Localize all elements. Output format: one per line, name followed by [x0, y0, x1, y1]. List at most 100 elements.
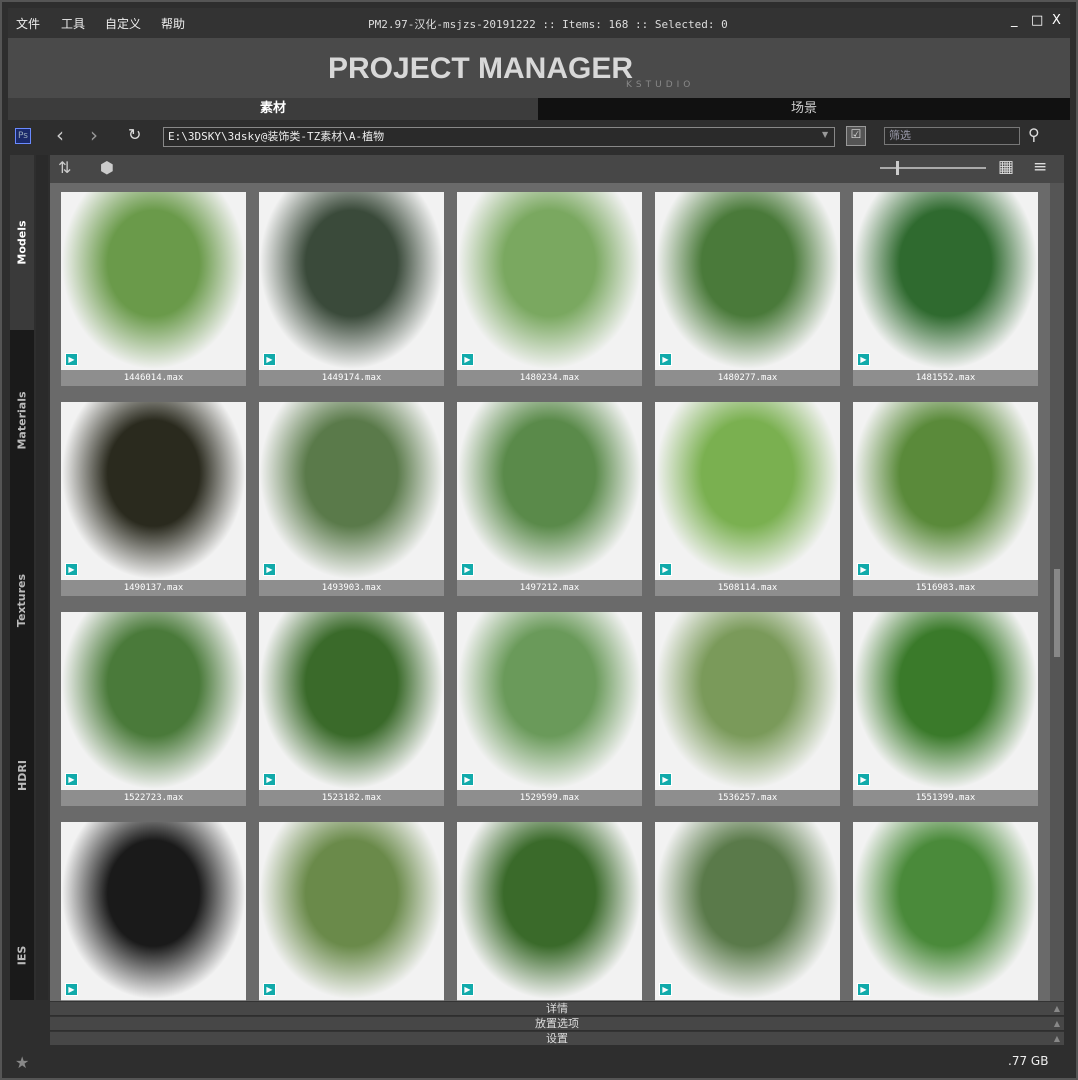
asset-thumbnail: ▶ — [457, 822, 642, 1000]
sidebar-tab-models[interactable]: Models — [10, 155, 34, 330]
asset-thumbnail: ▶ — [655, 822, 840, 1000]
collapse-handle[interactable] — [36, 155, 48, 1000]
max-file-icon: ▶ — [659, 353, 672, 366]
max-file-icon: ▶ — [857, 983, 870, 996]
asset-card[interactable]: ▶ 1490137.max — [61, 402, 246, 596]
close-button[interactable]: X — [1052, 13, 1061, 28]
scrollbar[interactable] — [1050, 183, 1064, 1001]
max-file-icon: ▶ — [461, 983, 474, 996]
asset-card[interactable]: ▶ — [655, 822, 840, 1001]
back-icon[interactable]: ‹ — [56, 123, 64, 147]
minimize-button[interactable]: _ — [1011, 13, 1018, 28]
refresh-icon[interactable]: ↻ — [128, 125, 141, 144]
asset-card[interactable]: ▶ 1551399.max — [853, 612, 1038, 806]
panel-placement-label: 放置选项 — [535, 1017, 579, 1030]
asset-card[interactable]: ▶ 1480234.max — [457, 192, 642, 386]
asset-thumbnail: ▶ — [457, 192, 642, 370]
asset-card[interactable]: ▶ 1508114.max — [655, 402, 840, 596]
path-input[interactable]: E:\3DSKY\3dsky@装饰类-TZ素材\A-植物 — [163, 127, 835, 147]
zoom-slider[interactable] — [880, 161, 986, 175]
asset-thumbnail: ▶ — [61, 192, 246, 370]
asset-card[interactable]: ▶ 1529599.max — [457, 612, 642, 806]
panel-settings-label: 设置 — [546, 1032, 568, 1045]
menu-help[interactable]: 帮助 — [161, 15, 185, 32]
tab-assets[interactable]: 素材 — [8, 98, 538, 120]
asset-name: 1523182.max — [259, 790, 444, 806]
asset-name: 1508114.max — [655, 580, 840, 596]
asset-name: 1536257.max — [655, 790, 840, 806]
max-file-icon: ▶ — [857, 353, 870, 366]
asset-name: 1529599.max — [457, 790, 642, 806]
chevron-down-icon[interactable]: ▼ — [822, 130, 828, 139]
zoom-slider-handle[interactable] — [895, 161, 899, 175]
view-toolbar: ⇅ ⬢ ▦ ≡ — [50, 155, 1064, 183]
logo: PROJECT MANAGER — [328, 52, 634, 85]
max-file-icon: ▶ — [65, 563, 78, 576]
asset-card[interactable]: ▶ 1497212.max — [457, 402, 642, 596]
asset-thumbnail: ▶ — [61, 612, 246, 790]
asset-card[interactable]: ▶ 1449174.max — [259, 192, 444, 386]
asset-thumbnail: ▶ — [853, 402, 1038, 580]
asset-card[interactable]: ▶ 1480277.max — [655, 192, 840, 386]
max-file-icon: ▶ — [263, 773, 276, 786]
max-file-icon: ▶ — [461, 353, 474, 366]
maximize-button[interactable]: □ — [1031, 13, 1043, 28]
asset-name: 1522723.max — [61, 790, 246, 806]
logo-sub: KSTUDIO — [626, 80, 695, 90]
max-file-icon: ▶ — [461, 773, 474, 786]
forward-icon[interactable]: › — [90, 123, 98, 147]
asset-card[interactable]: ▶ 1446014.max — [61, 192, 246, 386]
max-file-icon: ▶ — [659, 983, 672, 996]
max-file-icon: ▶ — [857, 563, 870, 576]
menu-customize[interactable]: 自定义 — [105, 15, 141, 32]
panel-placement-options[interactable]: 放置选项 ▲ — [50, 1016, 1064, 1030]
max-file-icon: ▶ — [65, 773, 78, 786]
asset-card[interactable]: ▶ 1522723.max — [61, 612, 246, 806]
asset-name: 1449174.max — [259, 370, 444, 386]
asset-name: 1446014.max — [61, 370, 246, 386]
asset-card[interactable]: ▶ 1493903.max — [259, 402, 444, 596]
asset-card[interactable]: ▶ — [259, 822, 444, 1001]
star-icon[interactable]: ★ — [15, 1053, 29, 1072]
checklist-icon[interactable]: ☑ — [846, 126, 866, 146]
asset-thumbnail: ▶ — [457, 612, 642, 790]
menu-tools[interactable]: 工具 — [61, 15, 85, 32]
asset-thumbnail: ▶ — [259, 402, 444, 580]
filter-input[interactable]: 筛选 — [884, 127, 1020, 145]
sidebar-tab-hdri[interactable]: HDRI — [10, 715, 34, 835]
asset-thumbnail: ▶ — [259, 822, 444, 1000]
asset-card[interactable]: ▶ — [61, 822, 246, 1001]
model-icon[interactable]: ⬢ — [100, 158, 114, 177]
sidebar-tab-ies[interactable]: IES — [10, 895, 34, 1015]
sync-icon[interactable]: ⇅ — [58, 158, 71, 177]
panel-details[interactable]: 详情 ▲ — [50, 1001, 1064, 1015]
asset-thumbnail: ▶ — [853, 612, 1038, 790]
asset-name: 1516983.max — [853, 580, 1038, 596]
asset-card[interactable]: ▶ 1536257.max — [655, 612, 840, 806]
max-file-icon: ▶ — [659, 773, 672, 786]
asset-name: 1480234.max — [457, 370, 642, 386]
asset-card[interactable]: ▶ 1523182.max — [259, 612, 444, 806]
sidebar-tab-textures[interactable]: Textures — [10, 525, 34, 675]
panel-settings[interactable]: 设置 ▲ — [50, 1031, 1064, 1045]
sort-icon[interactable]: ≡ — [1033, 157, 1047, 177]
grid-view-icon[interactable]: ▦ — [998, 157, 1014, 177]
asset-name: 1493903.max — [259, 580, 444, 596]
photoshop-icon[interactable]: Ps — [15, 128, 31, 144]
asset-grid: ▶ 1446014.max ▶ 1449174.max ▶ 1480234.max ▶ 148… — [50, 183, 1050, 1001]
asset-thumbnail: ▶ — [61, 402, 246, 580]
sidebar-tab-materials[interactable]: Materials — [10, 345, 34, 495]
category-sidebar: Models Materials Textures HDRI IES — [10, 155, 34, 1000]
menu-file[interactable]: 文件 — [16, 15, 40, 32]
max-file-icon: ▶ — [263, 983, 276, 996]
asset-card[interactable]: ▶ 1516983.max — [853, 402, 1038, 596]
window-title: PM2.97-汉化-msjzs-20191222 :: Items: 168 :… — [368, 18, 728, 31]
scrollbar-thumb[interactable] — [1054, 569, 1060, 657]
max-file-icon: ▶ — [263, 353, 276, 366]
asset-card[interactable]: ▶ 1481552.max — [853, 192, 1038, 386]
search-icon[interactable]: ⚲ — [1028, 125, 1040, 144]
tab-scenes[interactable]: 场景 — [538, 98, 1070, 120]
asset-thumbnail: ▶ — [457, 402, 642, 580]
asset-card[interactable]: ▶ — [457, 822, 642, 1001]
asset-card[interactable]: ▶ — [853, 822, 1038, 1001]
